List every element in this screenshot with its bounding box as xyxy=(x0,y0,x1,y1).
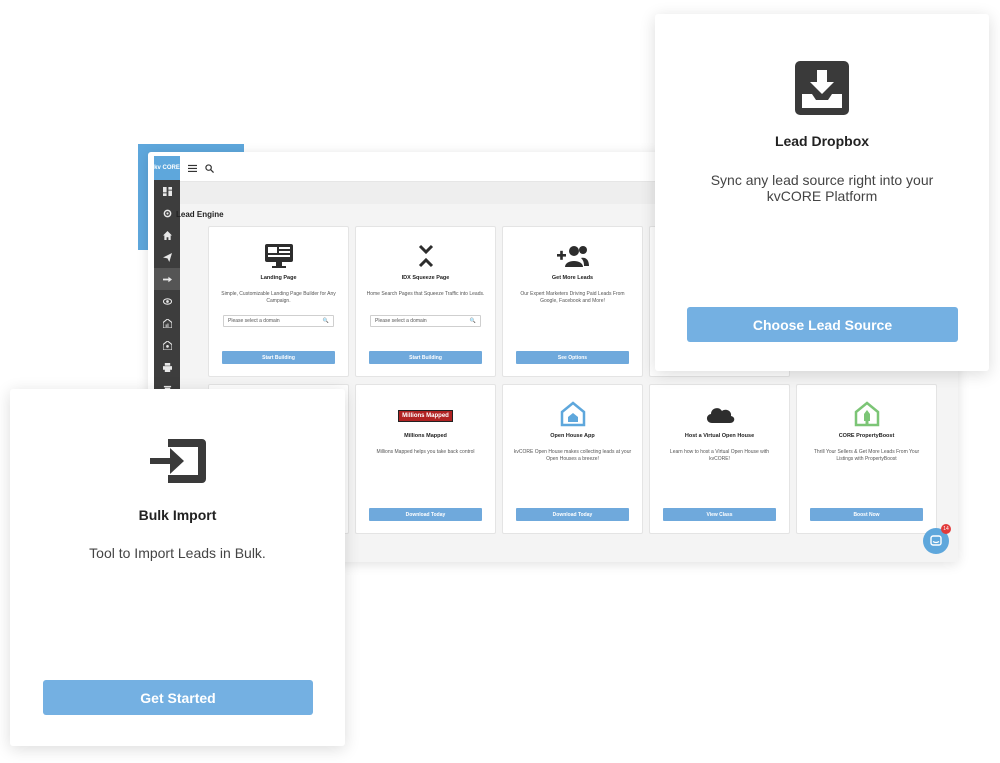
chat-button[interactable]: 14 xyxy=(923,524,951,554)
card-get-more-leads: Get More Leads Our Expert Marketers Driv… xyxy=(502,226,643,377)
download-today-button[interactable]: Download Today xyxy=(369,508,482,521)
get-started-button[interactable]: Get Started xyxy=(43,680,313,715)
download-today-button[interactable]: Download Today xyxy=(516,508,629,521)
chat-icon xyxy=(930,535,942,546)
lead-dropbox-title: Lead Dropbox xyxy=(774,133,870,149)
notification-badge: 14 xyxy=(941,524,951,534)
lead-dropbox-card: Lead Dropbox Sync any lead source right … xyxy=(655,14,989,371)
printer-icon[interactable] xyxy=(154,356,180,378)
start-building-button[interactable]: Start Building xyxy=(369,351,482,364)
card-idx-squeeze-page: IDX Squeeze Page Home Search Pages that … xyxy=(355,226,496,377)
monitor-icon xyxy=(209,241,348,271)
card-title: CORE PropertyBoost xyxy=(838,433,895,439)
chevrons-icon xyxy=(356,241,495,271)
house-search-icon[interactable] xyxy=(154,334,180,356)
eye-icon[interactable] xyxy=(154,290,180,312)
see-options-button[interactable]: See Options xyxy=(516,351,629,364)
card-title: Landing Page xyxy=(260,275,297,281)
start-building-button[interactable]: Start Building xyxy=(222,351,335,364)
lead-dropbox-desc: Sync any lead source right into your kvC… xyxy=(710,172,934,205)
card-millions-mapped: Millions Mapped Millions Mapped Millions… xyxy=(355,384,496,534)
boost-now-button[interactable]: Boost Now xyxy=(810,508,923,521)
card-title: IDX Squeeze Page xyxy=(401,275,450,281)
inbox-download-icon xyxy=(655,60,989,116)
bulk-import-desc: Tool to Import Leads in Bulk. xyxy=(89,545,266,561)
card-title: Get More Leads xyxy=(551,275,594,281)
card-desc: Simple, Customizable Landing Page Builde… xyxy=(221,291,336,304)
view-class-button[interactable]: View Class xyxy=(663,508,776,521)
card-title: Millions Mapped xyxy=(404,433,447,439)
domain-select-text: Please select a domain xyxy=(375,318,427,324)
card-desc: kvCORE Open House makes collecting leads… xyxy=(513,449,632,462)
choose-lead-source-button[interactable]: Choose Lead Source xyxy=(687,307,958,342)
house-chart-icon[interactable] xyxy=(154,312,180,334)
bulk-import-title: Bulk Import xyxy=(138,507,217,523)
bulk-import-card: Bulk Import Tool to Import Leads in Bulk… xyxy=(10,389,345,746)
lead-engine-icon[interactable] xyxy=(154,268,180,290)
domain-select-text: Please select a domain xyxy=(228,318,280,324)
add-users-icon xyxy=(503,241,642,271)
propertyboost-icon xyxy=(797,399,936,429)
dashboard-icon[interactable] xyxy=(154,180,180,202)
millions-mapped-logo: Millions Mapped xyxy=(356,401,495,431)
card-landing-page: Landing Page Simple, Customizable Landin… xyxy=(208,226,349,377)
import-icon xyxy=(10,435,345,487)
card-open-house-app: Open House App kvCORE Open House makes c… xyxy=(502,384,643,534)
cloud-icon xyxy=(650,399,789,429)
search-icon: 🔍 xyxy=(322,318,329,324)
card-desc: Our Expert Marketers Driving Paid Leads … xyxy=(520,291,625,304)
card-title: Open House App xyxy=(550,433,595,439)
card-core-propertyboost: CORE PropertyBoost Thrill Your Sellers &… xyxy=(796,384,937,534)
card-desc: Millions Mapped helps you take back cont… xyxy=(376,449,475,455)
card-desc: Learn how to host a Virtual Open House w… xyxy=(669,449,770,462)
domain-select[interactable]: Please select a domain 🔍 xyxy=(370,315,481,327)
millions-mapped-logo-text: Millions Mapped xyxy=(398,410,453,422)
app-logo[interactable]: kv CORE xyxy=(154,156,180,180)
card-title: Host a Virtual Open House xyxy=(684,433,755,439)
hamburger-menu-icon[interactable] xyxy=(188,160,197,178)
card-desc: Thrill Your Sellers & Get More Leads Fro… xyxy=(813,449,920,462)
search-icon: 🔍 xyxy=(469,318,476,324)
search-icon[interactable] xyxy=(205,160,214,178)
send-icon[interactable] xyxy=(154,246,180,268)
open-house-icon xyxy=(503,399,642,429)
card-desc: Home Search Pages that Squeeze Traffic i… xyxy=(366,291,485,297)
section-title: Lead Engine xyxy=(176,210,224,219)
domain-select[interactable]: Please select a domain 🔍 xyxy=(223,315,334,327)
home-icon[interactable] xyxy=(154,224,180,246)
card-virtual-open-house: Host a Virtual Open House Learn how to h… xyxy=(649,384,790,534)
